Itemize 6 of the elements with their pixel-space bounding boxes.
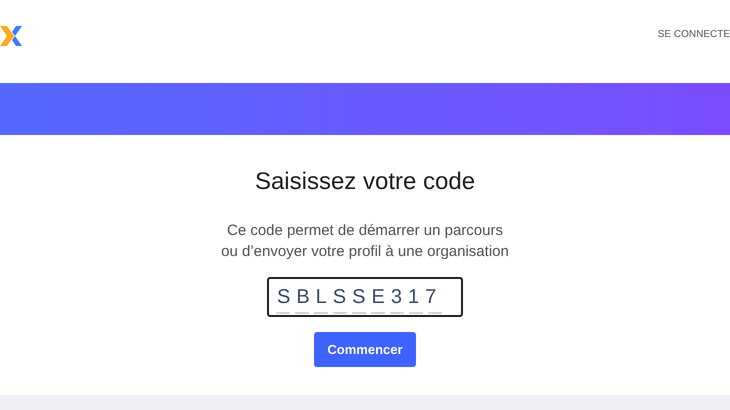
login-link[interactable]: SE CONNECTE — [658, 29, 730, 40]
code-field[interactable]: SBLSSE317 — [267, 277, 463, 317]
description-text: Ce code permet de démarrer un parcours ou d’envoyer votre profil à une organisation — [221, 221, 509, 262]
start-button[interactable]: Commencer — [314, 332, 416, 367]
page-title: Saisissez votre code — [254, 168, 476, 196]
logo-icon — [0, 24, 22, 46]
